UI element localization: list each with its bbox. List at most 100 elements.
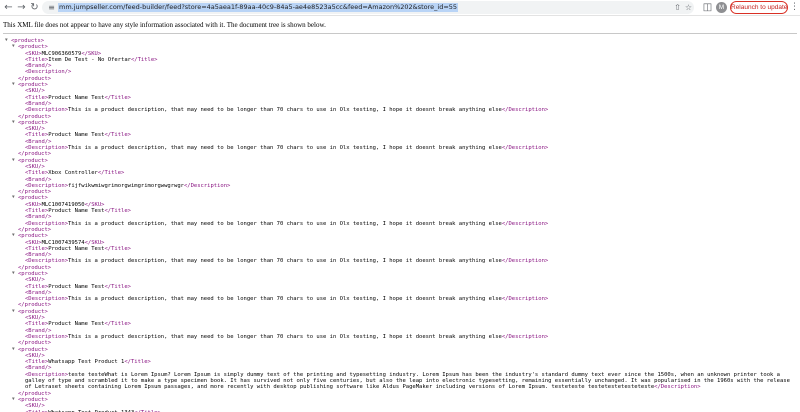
xml-document-tree: ▼ <products> ▼ <product> <SKU>MLC906360579</… [4,38,798,412]
xml-tag: <product> [18,44,48,51]
xml-tag: </Description> [501,220,549,227]
forward-arrow-icon[interactable]: → [16,2,27,13]
xml-tag: </Description> [501,333,549,340]
collapse-toggle-icon[interactable]: ▼ [12,309,17,315]
xml-tag: </Title> [104,208,131,215]
xml-value: This is a product description, that may … [68,220,502,227]
xml-tag: <products> [11,38,45,44]
xml-tag: </product> [18,113,52,120]
collapse-toggle-icon[interactable]: ▼ [12,347,17,353]
xml-tag: </Title> [104,283,131,290]
xml-tag: </Description> [501,107,549,114]
collapse-toggle-icon[interactable]: ▼ [12,44,17,50]
collapse-toggle-icon[interactable]: ▼ [12,271,17,277]
xml-tag: <product> [18,308,48,315]
xml-value: fijfwikwmiwgrimorgwimgrimorgwwgrwgr [68,182,184,189]
collapse-toggle-icon[interactable]: ▼ [12,233,17,239]
xml-tag: <SKU/> [25,126,45,133]
xml-value: Xbox Controller [48,170,98,177]
xml-tag: </Description> [501,145,549,152]
xml-tag: <Title> [25,359,49,366]
xml-tag: <Brand/> [25,365,52,372]
reload-icon[interactable]: ↻ [29,2,40,13]
more-vert-icon[interactable]: ⋮ [790,2,799,13]
xml-tag: </SKU> [84,239,105,246]
xml-value: Product Name Test [48,132,105,139]
xml-tag: <product> [18,346,48,353]
collapse-toggle-icon[interactable]: ▼ [12,158,17,164]
avatar[interactable]: M [716,2,727,13]
xml-tag: </Title> [97,170,125,177]
xml-tag: <Brand/> [25,100,52,107]
xml-value: Product Name Test [48,283,105,290]
site-info-icon[interactable]: ≡ [46,2,57,13]
xml-tag: </Title> [104,132,131,139]
xml-value: This is a product description, that may … [68,107,502,114]
xml-tag: </product> [18,75,52,82]
xml-info-banner: This XML file does not appear to have an… [3,18,797,34]
xml-value: Product Name Test [48,321,105,328]
xml-value: MLC1007439574 [41,239,85,246]
xml-tag: <SKU> [25,239,42,246]
xml-tag: <Title> [25,283,49,290]
xml-tag: </product> [18,189,52,196]
xml-tag: <Brand/> [25,214,52,221]
xml-tag: <SKU/> [25,403,45,410]
share-icon[interactable]: ⇧ [672,2,683,13]
xml-tag: <Brand/> [25,138,52,145]
xml-tag: </product> [18,151,52,158]
collapse-toggle-icon[interactable]: ▼ [12,397,17,403]
xml-tag: <Title> [25,132,49,139]
bookmark-star-icon[interactable]: ☆ [683,2,694,13]
browser-toolbar: ← → ↻ ≡ mm.jumpseller.com/feed-builder/f… [0,0,800,16]
xml-tag: <Description> [25,258,69,265]
xml-tag: <Title> [25,170,49,177]
xml-tag: <SKU/> [25,315,45,322]
xml-value: This is a product description, that may … [68,258,502,265]
xml-tag: </Title> [124,359,151,366]
xml-tag: <product> [18,195,48,202]
xml-tag: </Description> [183,182,231,189]
collapse-toggle-icon[interactable]: ▼ [12,120,17,126]
xml-line: <Description>teste testeWhat is Lorem Ip… [4,372,798,391]
collapse-toggle-icon[interactable]: ▼ [5,38,10,44]
xml-tag: <SKU/> [25,88,45,95]
collapse-toggle-icon[interactable]: ▼ [12,82,17,88]
xml-value: This is a product description, that may … [68,333,502,340]
xml-tag: </Description> [501,258,549,265]
xml-tag: </SKU> [84,201,105,208]
collapse-toggle-icon[interactable]: ▼ [12,195,17,201]
relaunch-to-update-button[interactable]: Relaunch to update [730,1,788,14]
xml-tag: </product> [18,302,52,309]
xml-tag: <product> [18,119,48,126]
xml-tag: </SKU> [81,50,102,57]
sidebar-icon[interactable]: ◫ [702,2,713,13]
back-arrow-icon[interactable]: ← [3,2,14,13]
xml-value: Product Name Test [48,245,105,252]
xml-value: This is a product description, that may … [68,296,502,303]
xml-tag: <SKU/> [25,163,45,170]
xml-tag: <Description> [25,107,69,114]
xml-tag: </Description> [501,296,549,303]
xml-tag: <Description> [25,296,69,303]
xml-tag: </product> [18,264,52,271]
url-text[interactable]: mm.jumpseller.com/feed-builder/feed?stor… [58,3,459,12]
xml-value: MLC1007419050 [41,201,85,208]
xml-tag: <Description> [25,145,69,152]
xml-tag: </Title> [130,56,158,63]
xml-tag: </product> [18,390,52,397]
address-bar[interactable]: ≡ mm.jumpseller.com/feed-builder/feed?st… [42,1,694,14]
xml-tag: </Title> [104,321,131,328]
xml-value: Item De Test - No Ofertar [48,56,131,63]
xml-tag: <Title> [25,208,49,215]
xml-value: Product Name Test [48,208,105,215]
xml-tag: </Title> [104,245,131,252]
xml-tag: <Description> [25,182,69,189]
xml-tag: <Brand/> [25,63,52,70]
xml-tag: </Description> [654,384,701,391]
xml-tag: <Description> [25,220,69,227]
xml-tag: <Brand/> [25,327,52,334]
xml-tag: <product> [18,233,48,240]
xml-tag: <product> [18,270,48,277]
xml-value: Product Name Test [48,94,105,101]
